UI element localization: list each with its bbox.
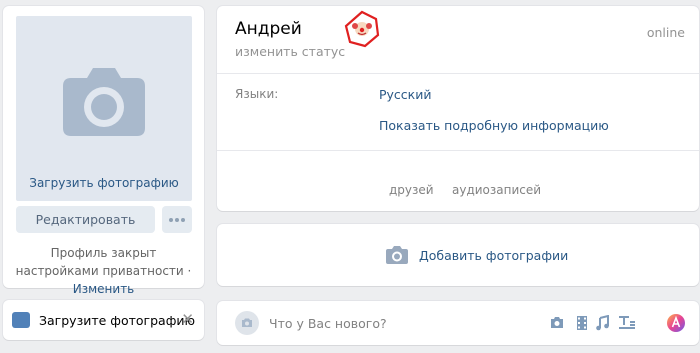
add-photos-card[interactable]: Добавить фотографии xyxy=(217,224,699,286)
camera-icon xyxy=(386,246,408,264)
post-input[interactable]: Что у Вас нового? xyxy=(269,316,387,331)
audio-counter[interactable]: аудиозаписей xyxy=(452,183,541,197)
edit-profile-button[interactable]: Редактировать xyxy=(16,206,155,233)
upload-reminder-label[interactable]: Загрузите фотографию xyxy=(39,313,195,328)
camera-icon xyxy=(12,312,30,328)
divider xyxy=(217,150,699,151)
add-photos-link[interactable]: Добавить фотографии xyxy=(419,248,568,263)
upload-photo-link[interactable]: Загрузить фотографию xyxy=(16,176,192,190)
show-more-info-link[interactable]: Показать подробную информацию xyxy=(379,118,609,133)
online-status: online xyxy=(646,25,685,40)
profile-photo-placeholder[interactable]: Загрузить фотографию xyxy=(16,16,192,201)
page-title: Андрей xyxy=(235,19,302,39)
more-actions-button[interactable] xyxy=(162,206,192,233)
profile-card: Загрузить фотографию Редактировать Профи… xyxy=(3,6,204,296)
friends-counter[interactable]: друзей xyxy=(389,183,434,197)
privacy-note: Профиль закрыт настройками приватности ·… xyxy=(15,246,192,296)
photo-attach-icon[interactable] xyxy=(549,315,565,331)
languages-label: Языки: xyxy=(235,87,279,101)
article-attach-icon[interactable] xyxy=(618,315,636,331)
languages-value-link[interactable]: Русский xyxy=(379,87,431,102)
change-status-link[interactable]: изменить статус xyxy=(235,44,345,59)
dot-icon xyxy=(181,218,185,222)
privacy-change-link[interactable]: Изменить xyxy=(73,282,135,296)
avatar xyxy=(235,311,259,335)
upload-reminder-card: Загрузите фотографию ✕ xyxy=(3,300,204,340)
profile-info-card: Андрей изменить статус online Языки: Рус… xyxy=(217,6,699,211)
clown-emoji-icon xyxy=(344,10,380,48)
camera-icon xyxy=(63,68,145,136)
poster-color-icon[interactable] xyxy=(666,313,686,333)
music-attach-icon[interactable] xyxy=(595,315,611,331)
dot-icon xyxy=(169,218,173,222)
dot-icon xyxy=(175,218,179,222)
post-composer: Что у Вас нового? xyxy=(217,301,699,345)
close-icon[interactable]: ✕ xyxy=(181,310,194,328)
video-attach-icon[interactable] xyxy=(574,315,590,331)
divider xyxy=(217,73,699,74)
camera-icon xyxy=(242,318,252,327)
